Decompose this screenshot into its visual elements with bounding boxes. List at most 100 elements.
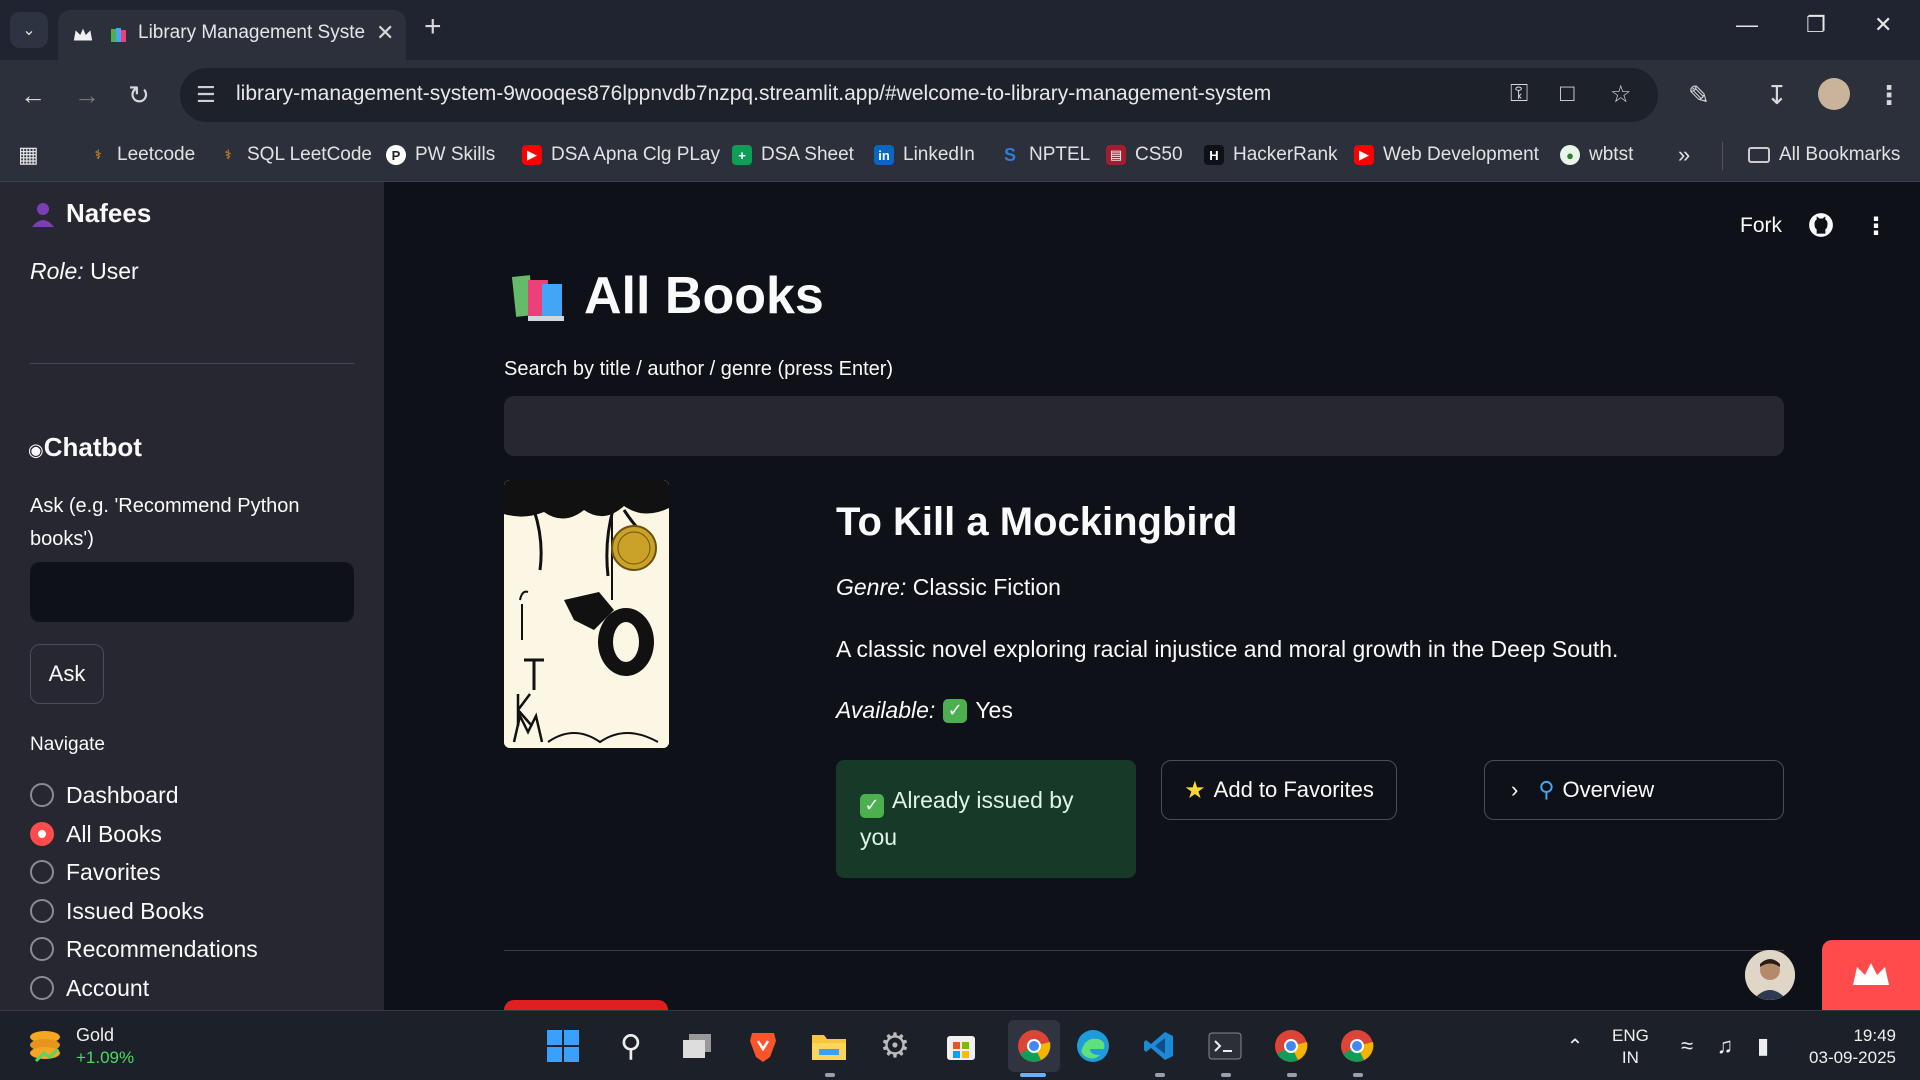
active-indicator <box>1020 1073 1046 1077</box>
bookmark-hackerrank[interactable]: H HackerRank <box>1204 140 1338 170</box>
pwskills-icon: P <box>386 145 406 165</box>
file-explorer-icon[interactable] <box>810 1027 848 1065</box>
nav-radio-label: Dashboard <box>66 781 179 808</box>
book-availability: Available: ✓ Yes <box>836 697 1013 724</box>
overview-expander[interactable]: › ⚲ Overview <box>1484 760 1784 820</box>
clock-date: 03-09-2025 <box>1809 1048 1896 1067</box>
profile-avatar[interactable] <box>1818 78 1850 110</box>
more-bookmarks-icon[interactable]: » <box>1678 140 1690 170</box>
close-tab-icon[interactable]: ✕ <box>376 20 394 46</box>
radio-circle-selected[interactable] <box>30 822 54 846</box>
chrome-menu-icon[interactable]: ⋮ <box>1876 80 1902 111</box>
tab-search-button[interactable]: ⌄ <box>10 12 48 48</box>
minimize-button[interactable]: — <box>1736 12 1758 38</box>
bookmark-label: DSA Sheet <box>761 144 854 165</box>
edge-browser-icon[interactable] <box>1074 1027 1112 1065</box>
radio-circle[interactable] <box>30 976 54 1000</box>
running-indicator <box>1155 1073 1165 1077</box>
brave-browser-icon[interactable] <box>744 1027 782 1065</box>
bookmark-label: Web Development <box>1383 144 1539 165</box>
fork-button[interactable]: Fork <box>1740 214 1782 238</box>
ask-button[interactable]: Ask <box>30 644 104 704</box>
available-label: Available: <box>836 697 936 723</box>
bookmark-label: SQL LeetCode <box>247 144 372 165</box>
vscode-icon[interactable] <box>1140 1027 1178 1065</box>
address-bar[interactable]: ☰ library-management-system-9wooqes876lp… <box>180 68 1658 122</box>
site-info-icon[interactable]: ☰ <box>196 82 216 108</box>
nav-radio-label: All Books <box>66 820 162 847</box>
favorites-button-label: Add to Favorites <box>1213 777 1374 802</box>
nav-radio-all-books[interactable]: All Books <box>30 819 162 849</box>
chrome-profile-icon[interactable] <box>1338 1027 1376 1065</box>
user-avatar[interactable] <box>1745 950 1795 1000</box>
nav-radio-label: Issued Books <box>66 897 205 924</box>
streamlit-badge[interactable] <box>1822 940 1920 1010</box>
apps-grid-icon[interactable]: ▦ <box>18 140 39 170</box>
windows-start-icon[interactable] <box>544 1027 582 1065</box>
bookmark-dsa-sheet[interactable]: + DSA Sheet <box>732 140 854 170</box>
folder-icon <box>1748 147 1770 163</box>
bookmark-web-development[interactable]: ▶ Web Development <box>1354 140 1539 170</box>
bookmark-sql-leetcode[interactable]: ⚕ SQL LeetCode <box>218 140 372 170</box>
widgets-ticker[interactable]: Gold +1.09% <box>28 1023 134 1069</box>
new-tab-button[interactable]: + <box>424 12 442 42</box>
download-icon[interactable]: ↧ <box>1766 80 1788 111</box>
radio-circle[interactable] <box>30 860 54 884</box>
bookmark-cs50[interactable]: ▤ CS50 <box>1106 140 1183 170</box>
reload-icon[interactable]: ↻ <box>128 80 150 111</box>
all-bookmarks-folder[interactable]: All Bookmarks <box>1748 140 1900 170</box>
nav-radio-recommendations[interactable]: Recommendations <box>30 934 258 964</box>
chatbot-input[interactable] <box>30 562 354 622</box>
key-icon[interactable]: ⚿ <box>1510 80 1528 108</box>
back-arrow-icon[interactable]: ← <box>20 80 46 111</box>
star-bookmark-icon[interactable]: ☆ <box>1610 80 1632 109</box>
issued-success-alert: ✓ Already issued by you <box>836 760 1136 878</box>
task-view-icon[interactable] <box>678 1027 716 1065</box>
radio-circle[interactable] <box>30 937 54 961</box>
battery-icon[interactable]: ▮ <box>1744 1027 1782 1065</box>
add-to-favorites-button[interactable]: ★ Add to Favorites <box>1161 760 1397 820</box>
chrome-active-icon[interactable] <box>1008 1020 1060 1072</box>
bookmark-label: DSA Apna Clg PLay <box>551 144 720 165</box>
hackerrank-icon: H <box>1204 145 1224 165</box>
restore-button[interactable]: ❐ <box>1806 12 1826 38</box>
search-icon[interactable]: ⚲ <box>612 1027 650 1065</box>
running-indicator <box>1353 1073 1363 1077</box>
bookmark-dsa-apna[interactable]: ▶ DSA Apna Clg PLay <box>522 140 720 170</box>
chevron-up-icon[interactable]: ⌃ <box>1556 1027 1594 1065</box>
bookmark-pw-skills[interactable]: P PW Skills <box>386 140 495 170</box>
install-app-icon[interactable]: □ <box>1560 80 1575 108</box>
language-indicator[interactable]: ENG IN <box>1612 1025 1649 1069</box>
harvard-icon: ▤ <box>1106 145 1126 165</box>
nav-radio-issued-books[interactable]: Issued Books <box>30 896 204 926</box>
nav-radio-favorites[interactable]: Favorites <box>30 857 161 887</box>
bookmark-wbtst[interactable]: ● wbtst <box>1560 140 1633 170</box>
volume-icon[interactable]: ♫ <box>1706 1027 1744 1065</box>
radio-circle[interactable] <box>30 783 54 807</box>
microsoft-store-icon[interactable] <box>942 1027 980 1065</box>
settings-gear-icon[interactable]: ⚙ <box>876 1027 914 1065</box>
search-input[interactable] <box>504 396 1784 456</box>
book-divider <box>504 950 1784 951</box>
nav-radio-account[interactable]: Account <box>30 973 149 1003</box>
radio-circle[interactable] <box>30 899 54 923</box>
bookmark-leetcode[interactable]: ⚕ Leetcode <box>88 140 195 170</box>
close-window-button[interactable]: ✕ <box>1874 12 1892 38</box>
chrome-profile-icon[interactable] <box>1272 1027 1310 1065</box>
nav-radio-dashboard[interactable]: Dashboard <box>30 780 179 810</box>
browser-tab-active[interactable]: Library Management System ✕ <box>58 10 406 60</box>
check-mark-icon: ✓ <box>860 793 884 818</box>
nptel-icon: S <box>1003 144 1016 165</box>
terminal-icon[interactable] <box>1206 1027 1244 1065</box>
app-menu-icon[interactable]: ⋮ <box>1864 212 1888 241</box>
main-content: Fork ⋮ All Books Search by title / autho… <box>384 182 1920 1010</box>
clock[interactable]: 19:49 03-09-2025 <box>1794 1025 1896 1069</box>
extensions-icon[interactable]: ✎ <box>1688 80 1710 111</box>
bookmark-linkedin[interactable]: in LinkedIn <box>874 140 975 170</box>
streamlit-crown-icon <box>73 28 93 41</box>
bookmark-nptel[interactable]: S NPTEL <box>1000 140 1090 170</box>
wifi-icon[interactable]: ≈ <box>1668 1027 1706 1065</box>
github-icon[interactable] <box>1808 212 1834 238</box>
forward-arrow-icon[interactable]: → <box>74 80 100 111</box>
next-book-button-peek[interactable] <box>504 1000 668 1010</box>
